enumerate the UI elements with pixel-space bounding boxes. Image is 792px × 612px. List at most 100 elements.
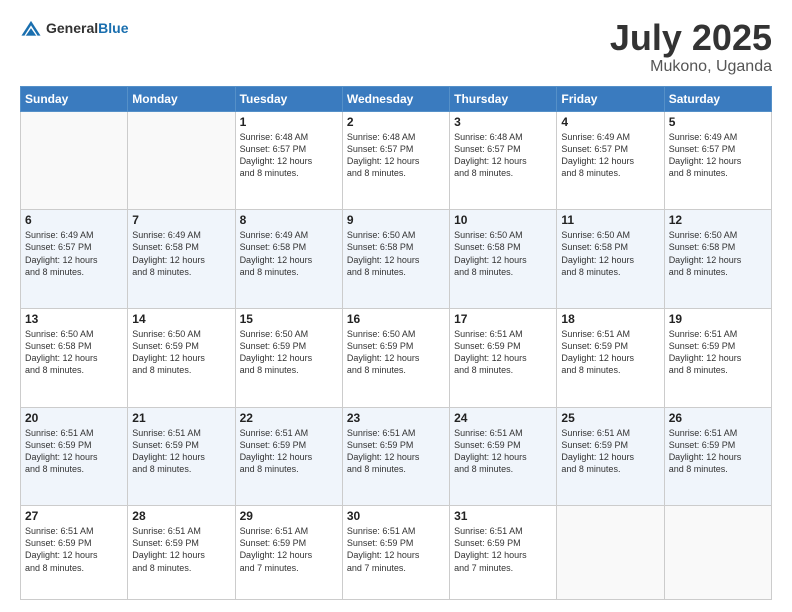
day-info: Sunrise: 6:50 AMSunset: 6:58 PMDaylight:… xyxy=(25,328,123,377)
day-number: 22 xyxy=(240,411,338,425)
table-row: 24 Sunrise: 6:51 AMSunset: 6:59 PMDayligh… xyxy=(450,407,557,506)
table-row: 4 Sunrise: 6:49 AMSunset: 6:57 PMDaylight… xyxy=(557,111,664,210)
table-row: 5 Sunrise: 6:49 AMSunset: 6:57 PMDaylight… xyxy=(664,111,771,210)
day-info: Sunrise: 6:49 AMSunset: 6:58 PMDaylight:… xyxy=(240,229,338,278)
calendar-table: Sunday Monday Tuesday Wednesday Thursday… xyxy=(20,86,772,600)
table-row: 31 Sunrise: 6:51 AMSunset: 6:59 PMDayligh… xyxy=(450,506,557,600)
table-row: 7Sunrise: 6:49 AMSunset: 6:58 PMDaylight… xyxy=(128,210,235,309)
day-info: Sunrise: 6:51 AMSunset: 6:59 PMDaylight:… xyxy=(669,427,767,476)
day-info: Sunrise: 6:50 AMSunset: 6:58 PMDaylight:… xyxy=(347,229,445,278)
logo-icon xyxy=(20,18,42,40)
header-wednesday: Wednesday xyxy=(342,86,449,111)
day-number: 21 xyxy=(132,411,230,425)
calendar-week-row: 6Sunrise: 6:49 AMSunset: 6:57 PMDaylight… xyxy=(21,210,772,309)
day-info: Sunrise: 6:51 AMSunset: 6:59 PMDaylight:… xyxy=(25,427,123,476)
table-row xyxy=(557,506,664,600)
table-row: 23 Sunrise: 6:51 AMSunset: 6:59 PMDayligh… xyxy=(342,407,449,506)
day-number: 3 xyxy=(454,115,552,129)
day-number: 2 xyxy=(347,115,445,129)
table-row: 16 Sunrise: 6:50 AMSunset: 6:59 PMDayligh… xyxy=(342,308,449,407)
day-info: Sunrise: 6:50 AMSunset: 6:59 PMDaylight:… xyxy=(132,328,230,377)
logo-blue: Blue xyxy=(98,20,128,36)
day-info: Sunrise: 6:50 AMSunset: 6:59 PMDaylight:… xyxy=(240,328,338,377)
header-monday: Monday xyxy=(128,86,235,111)
day-number: 8 xyxy=(240,213,338,227)
table-row: 3 Sunrise: 6:48 AMSunset: 6:57 PMDaylight… xyxy=(450,111,557,210)
day-info: Sunrise: 6:50 AMSunset: 6:58 PMDaylight:… xyxy=(561,229,659,278)
header-thursday: Thursday xyxy=(450,86,557,111)
table-row: 9 Sunrise: 6:50 AMSunset: 6:58 PMDaylight… xyxy=(342,210,449,309)
day-info: Sunrise: 6:51 AMSunset: 6:59 PMDaylight:… xyxy=(454,427,552,476)
logo-general: General xyxy=(46,20,98,36)
table-row: 17 Sunrise: 6:51 AMSunset: 6:59 PMDayligh… xyxy=(450,308,557,407)
day-info: Sunrise: 6:51 AMSunset: 6:59 PMDaylight:… xyxy=(454,328,552,377)
table-row: 13Sunrise: 6:50 AMSunset: 6:58 PMDayligh… xyxy=(21,308,128,407)
day-info: Sunrise: 6:49 AMSunset: 6:57 PMDaylight:… xyxy=(25,229,123,278)
day-number: 28 xyxy=(132,509,230,523)
day-info: Sunrise: 6:49 AMSunset: 6:57 PMDaylight:… xyxy=(561,131,659,180)
day-info: Sunrise: 6:51 AMSunset: 6:59 PMDaylight:… xyxy=(25,525,123,574)
table-row: 28Sunrise: 6:51 AMSunset: 6:59 PMDayligh… xyxy=(128,506,235,600)
table-row: 14 Sunrise: 6:50 AMSunset: 6:59 PMDayligh… xyxy=(128,308,235,407)
day-number: 15 xyxy=(240,312,338,326)
table-row xyxy=(128,111,235,210)
day-info: Sunrise: 6:51 AMSunset: 6:59 PMDaylight:… xyxy=(132,427,230,476)
calendar-week-row: 1 Sunrise: 6:48 AMSunset: 6:57 PMDaylight… xyxy=(21,111,772,210)
day-info: Sunrise: 6:50 AMSunset: 6:59 PMDaylight:… xyxy=(347,328,445,377)
table-row: 1 Sunrise: 6:48 AMSunset: 6:57 PMDaylight… xyxy=(235,111,342,210)
main-title: July 2025 xyxy=(610,18,772,58)
table-row: 29 Sunrise: 6:51 AMSunset: 6:59 PMDayligh… xyxy=(235,506,342,600)
day-info: Sunrise: 6:50 AMSunset: 6:58 PMDaylight:… xyxy=(669,229,767,278)
table-row: 19Sunrise: 6:51 AMSunset: 6:59 PMDayligh… xyxy=(664,308,771,407)
day-info: Sunrise: 6:48 AMSunset: 6:57 PMDaylight:… xyxy=(240,131,338,180)
header-friday: Friday xyxy=(557,86,664,111)
table-row: 18Sunrise: 6:51 AMSunset: 6:59 PMDayligh… xyxy=(557,308,664,407)
day-number: 10 xyxy=(454,213,552,227)
day-info: Sunrise: 6:51 AMSunset: 6:59 PMDaylight:… xyxy=(240,525,338,574)
table-row: 25Sunrise: 6:51 AMSunset: 6:59 PMDayligh… xyxy=(557,407,664,506)
calendar-week-row: 27 Sunrise: 6:51 AMSunset: 6:59 PMDayligh… xyxy=(21,506,772,600)
table-row: 12Sunrise: 6:50 AMSunset: 6:58 PMDayligh… xyxy=(664,210,771,309)
table-row: 20 Sunrise: 6:51 AMSunset: 6:59 PMDayligh… xyxy=(21,407,128,506)
day-number: 30 xyxy=(347,509,445,523)
day-number: 5 xyxy=(669,115,767,129)
header: GeneralBlue July 2025 Mukono, Uganda xyxy=(20,18,772,76)
table-row: 21 Sunrise: 6:51 AMSunset: 6:59 PMDayligh… xyxy=(128,407,235,506)
table-row: 10 Sunrise: 6:50 AMSunset: 6:58 PMDayligh… xyxy=(450,210,557,309)
table-row: 15 Sunrise: 6:50 AMSunset: 6:59 PMDayligh… xyxy=(235,308,342,407)
table-row: 26Sunrise: 6:51 AMSunset: 6:59 PMDayligh… xyxy=(664,407,771,506)
day-info: Sunrise: 6:51 AMSunset: 6:59 PMDaylight:… xyxy=(240,427,338,476)
calendar-week-row: 20 Sunrise: 6:51 AMSunset: 6:59 PMDayligh… xyxy=(21,407,772,506)
table-row: 27 Sunrise: 6:51 AMSunset: 6:59 PMDayligh… xyxy=(21,506,128,600)
page: GeneralBlue July 2025 Mukono, Uganda Sun… xyxy=(0,0,792,612)
day-number: 27 xyxy=(25,509,123,523)
logo: GeneralBlue xyxy=(20,18,128,40)
day-info: Sunrise: 6:51 AMSunset: 6:59 PMDaylight:… xyxy=(561,328,659,377)
header-tuesday: Tuesday xyxy=(235,86,342,111)
day-number: 11 xyxy=(561,213,659,227)
day-number: 9 xyxy=(347,213,445,227)
day-info: Sunrise: 6:48 AMSunset: 6:57 PMDaylight:… xyxy=(454,131,552,180)
day-number: 16 xyxy=(347,312,445,326)
day-number: 17 xyxy=(454,312,552,326)
day-info: Sunrise: 6:50 AMSunset: 6:58 PMDaylight:… xyxy=(454,229,552,278)
day-number: 4 xyxy=(561,115,659,129)
header-sunday: Sunday xyxy=(21,86,128,111)
day-number: 24 xyxy=(454,411,552,425)
day-info: Sunrise: 6:51 AMSunset: 6:59 PMDaylight:… xyxy=(347,427,445,476)
weekday-header-row: Sunday Monday Tuesday Wednesday Thursday… xyxy=(21,86,772,111)
day-number: 31 xyxy=(454,509,552,523)
table-row xyxy=(664,506,771,600)
table-row xyxy=(21,111,128,210)
day-number: 25 xyxy=(561,411,659,425)
day-number: 23 xyxy=(347,411,445,425)
day-info: Sunrise: 6:51 AMSunset: 6:59 PMDaylight:… xyxy=(454,525,552,574)
day-number: 29 xyxy=(240,509,338,523)
day-number: 20 xyxy=(25,411,123,425)
location-subtitle: Mukono, Uganda xyxy=(610,58,772,76)
day-number: 14 xyxy=(132,312,230,326)
day-info: Sunrise: 6:51 AMSunset: 6:59 PMDaylight:… xyxy=(669,328,767,377)
day-number: 7 xyxy=(132,213,230,227)
day-number: 1 xyxy=(240,115,338,129)
day-info: Sunrise: 6:49 AMSunset: 6:57 PMDaylight:… xyxy=(669,131,767,180)
